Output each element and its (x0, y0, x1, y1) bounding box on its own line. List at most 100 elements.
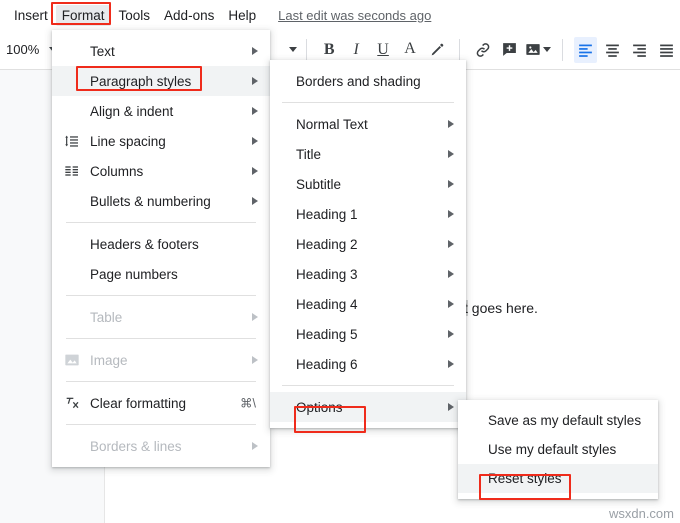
menu-item-label: Reset styles (488, 471, 562, 486)
menu-item-heading-6[interactable]: Heading 6 (270, 349, 466, 379)
menu-item-save-as-my-default-styles[interactable]: Save as my default styles (458, 406, 658, 435)
chevron-right-icon (252, 107, 258, 115)
chevron-right-icon (448, 240, 454, 248)
menu-item-label: Align & indent (90, 104, 173, 119)
menu-item-use-my-default-styles[interactable]: Use my default styles (458, 435, 658, 464)
watermark: wsxdn.com (609, 506, 674, 521)
menu-item-columns[interactable]: Columns (52, 156, 270, 186)
menu-item-options[interactable]: Options (270, 392, 466, 422)
google-docs-window: xt goes here. Insert Format Tools Add-on… (0, 0, 680, 523)
menu-item-heading-2[interactable]: Heading 2 (270, 229, 466, 259)
menu-separator (282, 385, 454, 386)
line-spacing-icon (64, 133, 80, 149)
menu-separator (282, 102, 454, 103)
menu-item-label: Heading 6 (296, 357, 358, 372)
menu-item-heading-5[interactable]: Heading 5 (270, 319, 466, 349)
menu-item-heading-3[interactable]: Heading 3 (270, 259, 466, 289)
menu-item-label: Table (90, 310, 122, 325)
menu-separator (66, 381, 256, 382)
format-dropdown-menu: Text Paragraph styles Align & indent Lin… (52, 30, 270, 467)
menu-item-title[interactable]: Title (270, 139, 466, 169)
menu-item-label: Clear formatting (90, 396, 186, 411)
menu-insert[interactable]: Insert (8, 5, 54, 26)
chevron-right-icon (448, 210, 454, 218)
menu-item-label: Line spacing (90, 134, 166, 149)
chevron-right-icon (252, 313, 258, 321)
menu-item-label: Use my default styles (488, 442, 616, 457)
link-icon[interactable] (471, 37, 494, 63)
chevron-right-icon (252, 77, 258, 85)
menu-item-headers-footers[interactable]: Headers & footers (52, 229, 270, 259)
document-body-text[interactable]: xt goes here. (457, 300, 538, 316)
chevron-right-icon (448, 330, 454, 338)
menu-help[interactable]: Help (222, 5, 262, 26)
menu-item-label: Title (296, 147, 321, 162)
align-center-icon[interactable] (601, 37, 624, 63)
menu-item-label: Heading 2 (296, 237, 358, 252)
menu-item-label: Paragraph styles (90, 74, 191, 89)
menu-item-reset-styles[interactable]: Reset styles (458, 464, 658, 493)
paragraph-styles-submenu: Borders and shading Normal Text Title Su… (270, 60, 466, 428)
zoom-value: 100% (6, 42, 39, 57)
menu-item-label: Image (90, 353, 128, 368)
menu-item-label: Subtitle (296, 177, 341, 192)
menu-item-label: Heading 4 (296, 297, 358, 312)
options-submenu: Save as my default styles Use my default… (458, 400, 658, 499)
italic-button[interactable]: I (345, 37, 368, 63)
menu-item-label: Text (90, 44, 115, 59)
chevron-right-icon (448, 360, 454, 368)
menu-item-image: Image (52, 345, 270, 375)
last-edit-status[interactable]: Last edit was seconds ago (278, 8, 431, 23)
menu-item-page-numbers[interactable]: Page numbers (52, 259, 270, 289)
menu-item-label: Heading 5 (296, 327, 358, 342)
chevron-down-icon (289, 47, 297, 52)
align-justify-icon[interactable] (655, 37, 678, 63)
chevron-right-icon (448, 150, 454, 158)
menu-item-heading-1[interactable]: Heading 1 (270, 199, 466, 229)
bold-button[interactable]: B (318, 37, 341, 63)
menu-item-align-indent[interactable]: Align & indent (52, 96, 270, 126)
chevron-right-icon (252, 442, 258, 450)
align-right-icon[interactable] (628, 37, 651, 63)
menu-item-normal-text[interactable]: Normal Text (270, 109, 466, 139)
chevron-right-icon (252, 167, 258, 175)
menu-item-label: Headers & footers (90, 237, 199, 252)
menu-separator (66, 295, 256, 296)
highlighter-icon[interactable] (426, 37, 449, 63)
menu-item-heading-4[interactable]: Heading 4 (270, 289, 466, 319)
menu-item-label: Save as my default styles (488, 413, 641, 428)
image-icon (64, 352, 80, 368)
chevron-down-icon (543, 47, 551, 52)
menu-item-clear-formatting[interactable]: Clear formatting ⌘\ (52, 388, 270, 418)
chevron-right-icon (448, 300, 454, 308)
chevron-right-icon (252, 356, 258, 364)
menu-item-label: Borders and shading (296, 74, 421, 89)
menu-item-bullets-numbering[interactable]: Bullets & numbering (52, 186, 270, 216)
document-text-rest: goes here. (468, 300, 538, 316)
add-comment-icon[interactable] (498, 37, 521, 63)
text-color-button[interactable]: A (399, 37, 422, 63)
menu-item-borders-and-shading[interactable]: Borders and shading (270, 66, 466, 96)
underline-button[interactable]: U (372, 37, 395, 63)
menu-separator (66, 222, 256, 223)
menu-separator (66, 424, 256, 425)
menu-tools[interactable]: Tools (113, 5, 157, 26)
menu-item-text[interactable]: Text (52, 36, 270, 66)
columns-icon (64, 163, 80, 179)
chevron-right-icon (448, 270, 454, 278)
menu-add-ons[interactable]: Add-ons (158, 5, 220, 26)
clear-formatting-icon (64, 395, 80, 411)
menu-item-line-spacing[interactable]: Line spacing (52, 126, 270, 156)
menu-item-subtitle[interactable]: Subtitle (270, 169, 466, 199)
insert-image-icon[interactable] (525, 37, 551, 63)
toolbar-divider (562, 39, 563, 61)
menu-item-shortcut: ⌘\ (240, 396, 256, 411)
zoom-selector[interactable]: 100% (0, 42, 57, 57)
menu-item-paragraph-styles[interactable]: Paragraph styles (52, 66, 270, 96)
menu-item-table: Table (52, 302, 270, 332)
menu-item-label: Normal Text (296, 117, 368, 132)
menu-format[interactable]: Format (56, 5, 111, 26)
menu-item-label: Heading 1 (296, 207, 358, 222)
align-left-icon[interactable] (574, 37, 597, 63)
menu-bar: Insert Format Tools Add-ons Help Last ed… (0, 0, 680, 30)
